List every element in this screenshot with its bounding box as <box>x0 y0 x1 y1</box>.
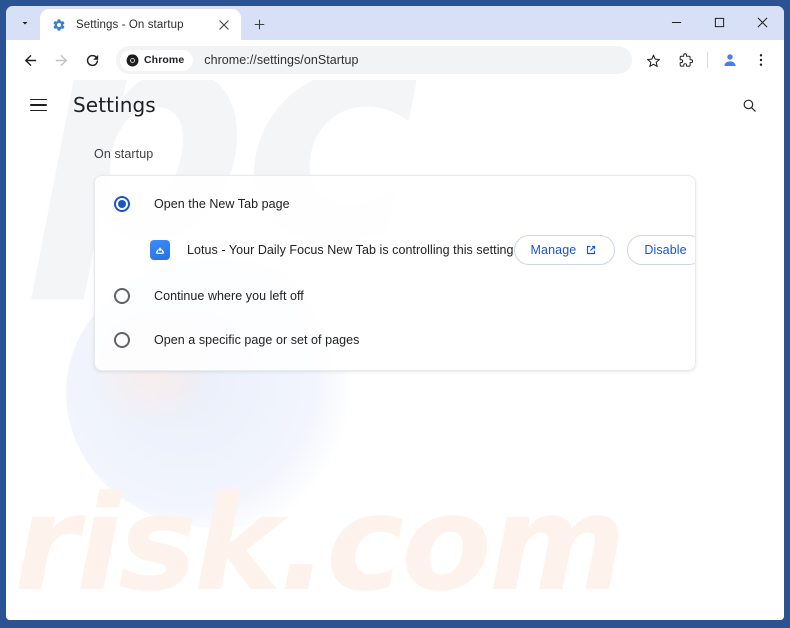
radio-button[interactable] <box>114 332 130 348</box>
arrow-back-icon <box>24 54 36 66</box>
address-bar-url: chrome://settings/onStartup <box>204 53 359 67</box>
settings-header: Settings <box>6 80 784 130</box>
maximize-icon <box>714 17 725 27</box>
profile-avatar-icon <box>724 54 736 66</box>
back-button[interactable] <box>15 45 45 75</box>
bookmark-star-icon <box>646 54 660 67</box>
lotus-extension-icon <box>150 240 170 260</box>
search-icon <box>743 99 756 112</box>
chevron-down-icon <box>22 22 28 25</box>
manage-button-label: Manage <box>530 243 577 257</box>
browser-toolbar: Chrome chrome://settings/onStartup <box>6 40 784 80</box>
arrow-forward-icon <box>55 54 67 66</box>
browser-tab[interactable]: Settings - On startup <box>40 9 241 40</box>
startup-option-label: Continue where you left off <box>154 289 304 303</box>
tab-close-button[interactable] <box>215 16 233 34</box>
disable-button[interactable]: Disable <box>627 235 695 265</box>
settings-page: pc risk.com Settings On startup <box>6 80 784 620</box>
extensions-puzzle-icon <box>679 52 693 67</box>
tab-title: Settings - On startup <box>76 18 184 31</box>
disable-button-label: Disable <box>644 243 687 257</box>
browser-window: Settings - On startup Chrome chrome://se… <box>6 6 784 620</box>
settings-search-button[interactable] <box>732 88 766 122</box>
bookmark-button[interactable] <box>639 46 667 74</box>
chrome-menu-button[interactable] <box>746 45 776 75</box>
minimize-icon <box>671 21 682 23</box>
tab-search-button[interactable] <box>10 9 40 37</box>
watermark-bottom-text: risk.com <box>14 467 626 620</box>
page-title: Settings <box>73 93 156 117</box>
extension-notice-row: Lotus - Your Daily Focus New Tab is cont… <box>95 226 695 274</box>
plus-icon <box>254 19 264 29</box>
three-dot-menu-icon <box>759 54 763 66</box>
startup-option-label: Open the New Tab page <box>154 197 290 211</box>
close-button[interactable] <box>741 6 784 38</box>
chrome-chip-label: Chrome <box>144 54 185 66</box>
manage-button[interactable]: Manage <box>513 235 616 265</box>
reload-button[interactable] <box>77 45 107 75</box>
chrome-logo-icon <box>126 54 139 66</box>
chrome-chip: Chrome <box>120 49 194 71</box>
tab-strip: Settings - On startup <box>6 6 784 40</box>
settings-content: On startup Open the New Tab page Lotus -… <box>6 147 784 371</box>
reload-icon <box>86 54 98 66</box>
toolbar-divider <box>707 52 708 68</box>
close-icon <box>219 19 229 30</box>
startup-option-open-specific-pages[interactable]: Open a specific page or set of pages <box>95 318 695 362</box>
profile-button[interactable] <box>715 45 745 75</box>
extensions-button[interactable] <box>670 45 700 75</box>
forward-button[interactable] <box>46 45 76 75</box>
settings-gear-icon <box>51 17 67 33</box>
startup-option-new-tab-page[interactable]: Open the New Tab page <box>95 182 695 226</box>
radio-button-selected[interactable] <box>114 196 130 212</box>
minimize-button[interactable] <box>655 6 698 38</box>
startup-option-label: Open a specific page or set of pages <box>154 333 360 347</box>
section-label: On startup <box>94 147 154 161</box>
open-in-new-icon <box>587 245 596 255</box>
window-controls <box>655 6 784 40</box>
startup-option-continue-where-left-off[interactable]: Continue where you left off <box>95 274 695 318</box>
extension-notice-actions: Manage Disable <box>513 235 695 265</box>
new-tab-button[interactable] <box>245 10 273 38</box>
extension-notice-text: Lotus - Your Daily Focus New Tab is cont… <box>187 243 514 257</box>
address-bar[interactable]: Chrome chrome://settings/onStartup <box>116 46 632 74</box>
window-frame: Settings - On startup Chrome chrome://se… <box>0 0 790 628</box>
maximize-button[interactable] <box>698 6 741 38</box>
on-startup-card: Open the New Tab page Lotus - Your Daily <box>94 175 696 371</box>
close-window-icon <box>757 17 768 27</box>
hamburger-menu-icon[interactable] <box>30 90 60 120</box>
radio-button[interactable] <box>114 288 130 304</box>
